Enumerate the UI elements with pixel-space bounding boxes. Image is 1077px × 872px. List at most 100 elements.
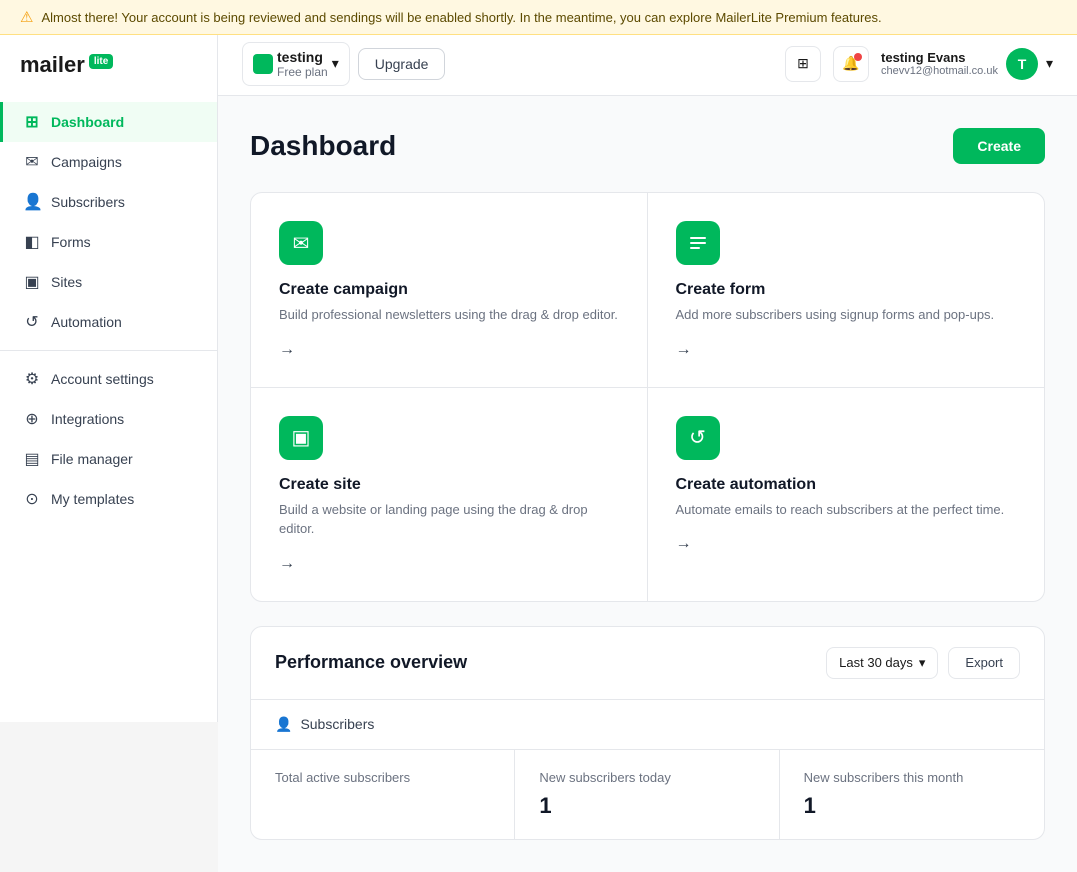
site-card-arrow: → — [279, 555, 619, 573]
sidebar-label-account-settings: Account settings — [51, 371, 154, 387]
user-menu-chevron-icon: ▾ — [1046, 55, 1053, 72]
apps-button[interactable]: ⊞ — [785, 46, 821, 82]
sidebar-label-subscribers: Subscribers — [51, 194, 125, 210]
stats-row: Total active subscribers New subscribers… — [251, 750, 1044, 839]
stat-new-today-value: 1 — [539, 793, 754, 819]
upgrade-button[interactable]: Upgrade — [358, 48, 446, 80]
sidebar-item-integrations[interactable]: ⊕ Integrations — [0, 399, 217, 439]
user-name: testing Evans — [881, 50, 998, 65]
sidebar-item-forms[interactable]: ◧ Forms — [0, 222, 217, 262]
notification-badge — [854, 53, 862, 61]
workspace-selector[interactable]: testing Free plan ▾ — [242, 42, 350, 86]
header-left: testing Free plan ▾ Upgrade — [242, 42, 445, 86]
warning-icon: ⚠ — [20, 8, 33, 26]
cards-row-bottom: ▣ Create site Build a website or landing… — [251, 388, 1044, 601]
form-card-title: Create form — [676, 281, 1017, 299]
page-header: Dashboard Create — [250, 128, 1045, 164]
sidebar-label-automation: Automation — [51, 314, 122, 330]
file-manager-icon: ▤ — [23, 449, 41, 469]
sidebar-label-sites: Sites — [51, 274, 82, 290]
integrations-icon: ⊕ — [23, 409, 41, 429]
logo: mailerlite — [0, 32, 217, 94]
apps-icon: ⊞ — [797, 55, 809, 72]
sidebar-item-file-manager[interactable]: ▤ File manager — [0, 439, 217, 479]
automation-card-title: Create automation — [676, 476, 1017, 494]
workspace-plan: Free plan — [277, 65, 328, 79]
period-label: Last 30 days — [839, 655, 913, 670]
dashboard-icon: ⊞ — [23, 112, 41, 132]
account-settings-icon: ⚙ — [23, 369, 41, 389]
campaign-card-desc: Build professional newsletters using the… — [279, 305, 619, 325]
main-content: Dashboard Create ✉ Create campaign Build… — [218, 96, 1077, 872]
performance-title: Performance overview — [275, 652, 467, 673]
subscribers-row-label: Subscribers — [300, 716, 374, 732]
sidebar-label-my-templates: My templates — [51, 491, 134, 507]
site-card-desc: Build a website or landing page using th… — [279, 500, 619, 539]
form-card-icon — [676, 221, 720, 265]
form-card-desc: Add more subscribers using signup forms … — [676, 305, 1017, 325]
chevron-down-icon: ▾ — [332, 55, 339, 72]
sites-icon: ▣ — [23, 272, 41, 292]
stat-new-month: New subscribers this month 1 — [780, 750, 1044, 839]
subscribers-row-icon: 👤 — [275, 716, 292, 733]
create-button[interactable]: Create — [953, 128, 1045, 164]
form-card-arrow: → — [676, 341, 1017, 359]
page-title: Dashboard — [250, 130, 396, 162]
create-form-card[interactable]: Create form Add more subscribers using s… — [648, 193, 1045, 388]
stat-new-today-label: New subscribers today — [539, 770, 754, 785]
site-card-icon: ▣ — [279, 416, 323, 460]
sidebar-nav: ⊞ Dashboard ✉ Campaigns 👤 Subscribers ◧ … — [0, 94, 217, 722]
sidebar-item-subscribers[interactable]: 👤 Subscribers — [0, 182, 217, 222]
sidebar-item-my-templates[interactable]: ⊙ My templates — [0, 479, 217, 519]
stat-new-month-label: New subscribers this month — [804, 770, 1020, 785]
performance-controls: Last 30 days ▾ Export — [826, 647, 1020, 679]
header: testing Free plan ▾ Upgrade ⊞ 🔔 testing … — [218, 32, 1077, 96]
sidebar-label-file-manager: File manager — [51, 451, 133, 467]
workspace-info: testing Free plan — [277, 49, 328, 79]
automation-card-desc: Automate emails to reach subscribers at … — [676, 500, 1017, 520]
performance-header: Performance overview Last 30 days ▾ Expo… — [251, 627, 1044, 700]
performance-section: Performance overview Last 30 days ▾ Expo… — [250, 626, 1045, 840]
forms-icon: ◧ — [23, 232, 41, 252]
sidebar-item-campaigns[interactable]: ✉ Campaigns — [0, 142, 217, 182]
subscribers-row: 👤 Subscribers — [251, 700, 1044, 750]
campaign-card-arrow: → — [279, 341, 619, 359]
sidebar-item-dashboard[interactable]: ⊞ Dashboard — [0, 102, 217, 142]
create-site-card[interactable]: ▣ Create site Build a website or landing… — [251, 388, 648, 601]
sidebar-label-forms: Forms — [51, 234, 91, 250]
stat-total-active: Total active subscribers — [251, 750, 515, 839]
cards-row-top: ✉ Create campaign Build professional new… — [251, 193, 1044, 388]
sidebar-item-account-settings[interactable]: ⚙ Account settings — [0, 359, 217, 399]
workspace-color-indicator — [253, 54, 273, 74]
stat-new-today: New subscribers today 1 — [515, 750, 779, 839]
automation-icon: ↺ — [23, 312, 41, 332]
quick-actions-grid: ✉ Create campaign Build professional new… — [250, 192, 1045, 602]
period-selector[interactable]: Last 30 days ▾ — [826, 647, 938, 679]
automation-card-arrow: → — [676, 535, 1017, 553]
sidebar-label-integrations: Integrations — [51, 411, 124, 427]
create-automation-card[interactable]: ↺ Create automation Automate emails to r… — [648, 388, 1045, 601]
user-email: chevv12@hotmail.co.uk — [881, 65, 998, 77]
automation-card-icon: ↺ — [676, 416, 720, 460]
campaign-card-icon: ✉ — [279, 221, 323, 265]
stat-total-active-label: Total active subscribers — [275, 770, 490, 785]
notifications-button[interactable]: 🔔 — [833, 46, 869, 82]
export-button[interactable]: Export — [948, 647, 1020, 679]
stat-new-month-value: 1 — [804, 793, 1020, 819]
sidebar-label-dashboard: Dashboard — [51, 114, 124, 130]
avatar: T — [1006, 48, 1038, 80]
sidebar-label-campaigns: Campaigns — [51, 154, 122, 170]
period-chevron-icon: ▾ — [919, 655, 926, 671]
subscribers-icon: 👤 — [23, 192, 41, 212]
campaigns-icon: ✉ — [23, 152, 41, 172]
user-menu[interactable]: testing Evans chevv12@hotmail.co.uk T ▾ — [881, 48, 1053, 80]
workspace-name: testing — [277, 49, 328, 65]
sidebar-item-sites[interactable]: ▣ Sites — [0, 262, 217, 302]
my-templates-icon: ⊙ — [23, 489, 41, 509]
logo-name: mailerlite — [20, 52, 113, 78]
banner-text: Almost there! Your account is being revi… — [41, 10, 881, 25]
sidebar: mailerlite ⊞ Dashboard ✉ Campaigns 👤 Sub… — [0, 32, 218, 722]
user-text: testing Evans chevv12@hotmail.co.uk — [881, 50, 998, 77]
sidebar-item-automation[interactable]: ↺ Automation — [0, 302, 217, 342]
create-campaign-card[interactable]: ✉ Create campaign Build professional new… — [251, 193, 648, 388]
